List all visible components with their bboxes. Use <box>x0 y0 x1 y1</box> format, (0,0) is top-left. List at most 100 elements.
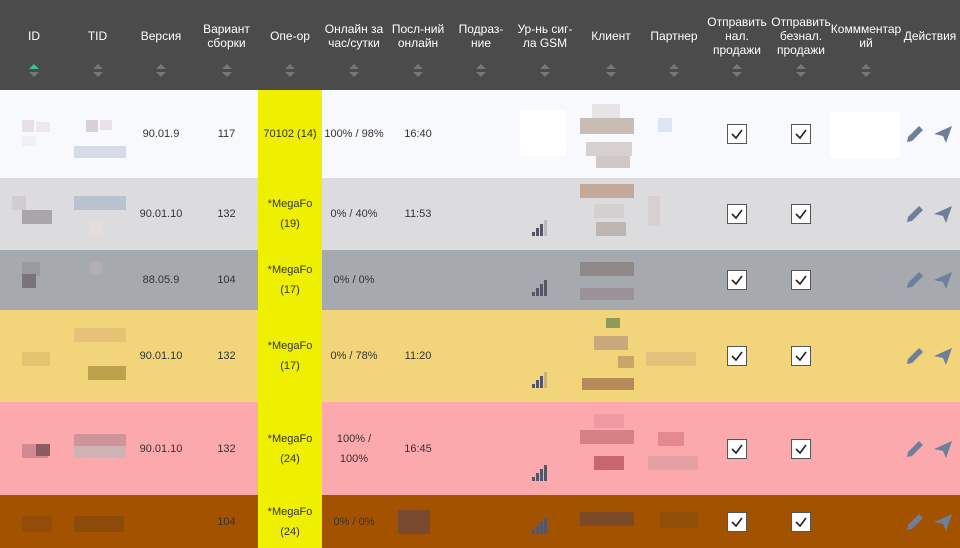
column-header-cashless[interactable]: Отправить безнал. продажи <box>770 0 832 90</box>
sort-icon[interactable] <box>285 64 295 78</box>
sort-icon[interactable] <box>29 64 39 78</box>
sort-icon[interactable] <box>349 64 359 78</box>
check-icon <box>731 351 743 362</box>
send-icon <box>934 513 952 531</box>
actions-cell <box>900 178 960 250</box>
cash-sales-checkbox-cell <box>704 310 770 402</box>
obscured-content <box>22 274 36 288</box>
send-cashless-sales-checkbox[interactable] <box>791 204 811 224</box>
table-row[interactable]: 88.05.9 104 *MegaFo (17) 0% / 0% <box>0 250 960 310</box>
signal-bar <box>540 469 543 481</box>
check-icon <box>731 209 743 220</box>
signal-bar <box>540 376 543 388</box>
send-cash-sales-checkbox[interactable] <box>727 124 747 144</box>
signal-bar <box>532 384 535 388</box>
check-icon <box>795 351 807 362</box>
check-icon <box>731 517 743 527</box>
check-icon <box>795 517 807 527</box>
table-row[interactable]: 104 *MegaFo (24) 0% / 0% <box>0 495 960 548</box>
operator-cell: *MegaFo (17) <box>258 250 322 310</box>
sort-icon[interactable] <box>861 64 871 78</box>
column-header-partner[interactable]: Партнер <box>644 0 704 90</box>
column-header-operator[interactable]: Опе-ор <box>258 0 322 90</box>
column-header-cash[interactable]: Отправить нал. продажи <box>704 0 770 90</box>
column-header-version[interactable]: Версия <box>127 0 195 90</box>
table-row[interactable]: 90.01.10 132 *MegaFo (24) 100% / 100% 16:45 <box>0 402 960 495</box>
sort-icon[interactable] <box>476 64 486 78</box>
last-online-cell: 16:45 <box>404 442 432 455</box>
column-header-tid[interactable]: TID <box>68 0 127 90</box>
signal-bar <box>544 518 547 534</box>
cash-sales-checkbox-cell <box>704 90 770 178</box>
obscured-content <box>606 318 620 328</box>
signal-bar <box>532 232 535 236</box>
send-icon <box>934 126 952 143</box>
signal-bars-icon <box>532 465 552 481</box>
sort-icon[interactable] <box>796 64 806 78</box>
cashless-sales-checkbox-cell <box>770 310 832 402</box>
sort-icon[interactable] <box>221 64 232 78</box>
send-cashless-sales-checkbox[interactable] <box>791 124 811 144</box>
sort-icon[interactable] <box>606 64 616 78</box>
pencil-icon <box>907 348 923 364</box>
column-header-client[interactable]: Клиент <box>578 0 644 90</box>
obscured-content <box>86 120 98 132</box>
send-cashless-sales-checkbox[interactable] <box>791 346 811 366</box>
send-icon <box>934 440 952 458</box>
pencil-icon <box>907 272 923 288</box>
signal-bar <box>532 530 535 534</box>
obscured-content <box>648 196 660 226</box>
signal-bars-icon <box>532 280 552 296</box>
column-header-gsm[interactable]: Ур-нь сиг- ла GSM <box>512 0 578 90</box>
send-cash-sales-checkbox[interactable] <box>727 438 747 459</box>
sort-icon[interactable] <box>156 64 166 78</box>
operator-cell: *MegaFo (19) <box>258 178 322 250</box>
column-header-division[interactable]: Подраз- ние <box>450 0 512 90</box>
column-header-online[interactable]: Онлайн за час/сутки <box>322 0 386 90</box>
obscured-content <box>594 414 624 428</box>
sort-icon[interactable] <box>540 64 550 78</box>
version-cell: 90.01.10 <box>139 208 183 220</box>
send-cashless-sales-checkbox[interactable] <box>791 438 811 459</box>
column-header-label: TID <box>87 29 108 43</box>
table-row[interactable]: 90.01.10 132 *MegaFo (17) 0% / 78% 11:20 <box>0 310 960 402</box>
sort-icon[interactable] <box>669 64 679 78</box>
signal-bar <box>540 284 543 296</box>
signal-bar <box>544 465 547 481</box>
send-cash-sales-checkbox[interactable] <box>727 270 747 290</box>
actions-cell <box>900 495 960 548</box>
build-cell: 104 <box>217 274 236 286</box>
obscured-content <box>594 336 628 350</box>
check-icon <box>731 275 743 286</box>
send-cashless-sales-checkbox[interactable] <box>791 270 811 290</box>
obscured-content <box>596 222 626 236</box>
column-header-label: Отправить нал. продажи <box>707 15 767 57</box>
comment-field[interactable] <box>830 112 900 158</box>
sort-icon[interactable] <box>413 64 423 78</box>
table-row[interactable]: 90.01.9 117 70102 (14) 100% / 98% 16:40 <box>0 90 960 178</box>
column-header-comment[interactable]: Коммментар ий <box>831 0 901 90</box>
obscured-content <box>594 456 624 470</box>
column-header-build[interactable]: Вариант сборки <box>195 0 258 90</box>
table-row[interactable]: 90.01.10 132 *MegaFo (19) 0% / 40% 11:53 <box>0 178 960 250</box>
obscured-content <box>618 356 634 368</box>
obscured-content <box>580 430 634 444</box>
send-icon <box>934 348 952 365</box>
cashless-sales-checkbox-cell <box>770 178 832 250</box>
build-cell: 132 <box>217 442 236 455</box>
column-header-actions[interactable]: Действия <box>900 0 960 90</box>
column-header-id[interactable]: ID <box>0 0 68 90</box>
signal-backdrop <box>520 110 566 156</box>
sort-icon[interactable] <box>92 64 103 78</box>
send-cash-sales-checkbox[interactable] <box>727 204 747 224</box>
obscured-content <box>36 444 50 456</box>
last-online-cell: 11:53 <box>404 208 432 220</box>
column-header-last[interactable]: Посл-ний онлайн <box>386 0 450 90</box>
signal-bar <box>536 380 539 388</box>
send-cashless-sales-checkbox[interactable] <box>791 511 811 532</box>
send-cash-sales-checkbox[interactable] <box>727 346 747 366</box>
obscured-content <box>580 262 634 276</box>
send-cash-sales-checkbox[interactable] <box>727 511 747 532</box>
check-icon <box>795 209 807 220</box>
sort-icon[interactable] <box>732 64 742 78</box>
